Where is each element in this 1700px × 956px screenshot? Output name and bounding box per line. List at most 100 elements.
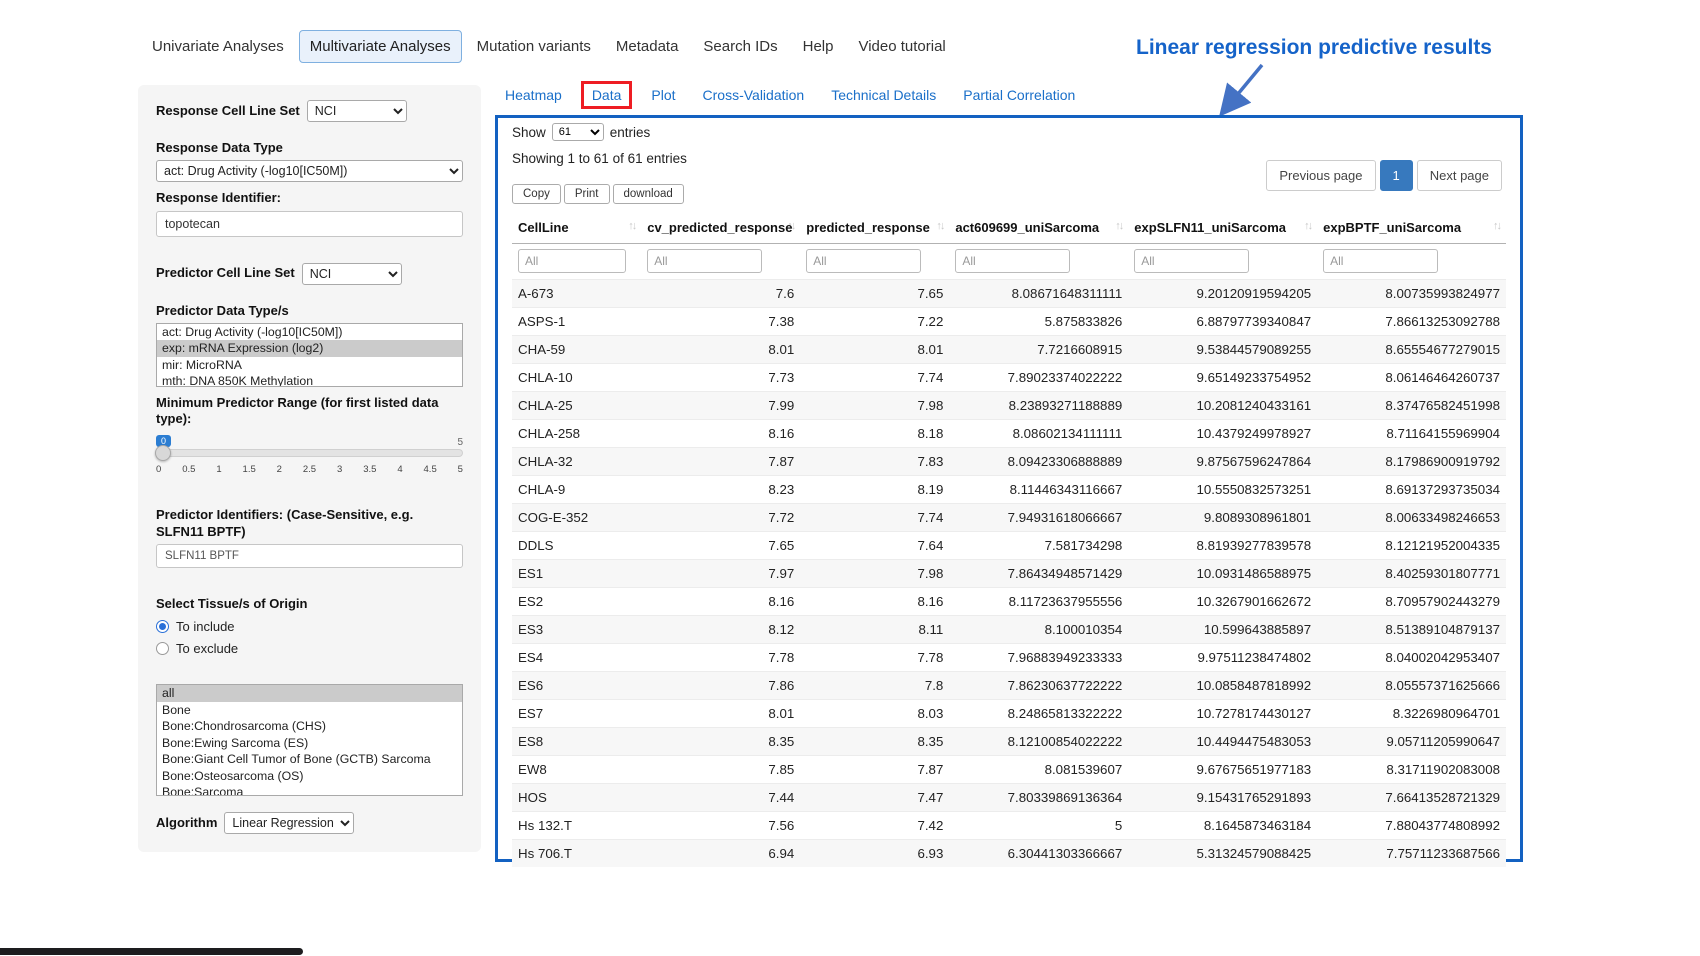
table-row[interactable]: CHLA-107.737.747.890233740222229.6514923… [512,364,1506,392]
slider-tick: 1.5 [243,464,256,475]
print-button[interactable]: Print [564,184,610,204]
table-row[interactable]: HOS7.447.477.803398691363649.15431765291… [512,784,1506,812]
cell-value: 8.65554677279015 [1317,336,1506,364]
cell-value: 8.081539607 [949,756,1128,784]
table-row[interactable]: EW87.857.878.0815396079.676756519771838.… [512,756,1506,784]
cell-value: 7.42 [800,812,949,840]
filter-input-predicted-response[interactable] [806,249,921,273]
col-header-expbptf-unisarcoma[interactable]: ↑↓expBPTF_uniSarcoma [1317,212,1506,244]
cell-line: CHA-59 [512,336,641,364]
table-row[interactable]: ES38.128.118.10001035410.5996438858978.5… [512,616,1506,644]
previous-page-button[interactable]: Previous page [1266,160,1375,191]
predictor-data-types-list[interactable]: act: Drug Activity (-log10[IC50M])exp: m… [156,323,463,387]
nav-tab-mutation-variants[interactable]: Mutation variants [467,31,601,62]
cell-value: 8.3226980964701 [1317,700,1506,728]
response-identifier-input[interactable] [156,211,463,237]
predictor-cell-line-set-label: Predictor Cell Line Set [156,265,295,281]
tissue-option-bone-chondrosarcoma-chs[interactable]: Bone:Chondrosarcoma (CHS) [157,718,462,735]
filter-input-expslfn11-unisarcoma[interactable] [1134,249,1249,273]
nav-tab-univariate-analyses[interactable]: Univariate Analyses [142,31,294,62]
table-row[interactable]: CHLA-98.238.198.1144634311666710.5550832… [512,476,1506,504]
cell-value: 8.01 [641,700,800,728]
slider-track[interactable] [156,449,463,457]
current-page-button[interactable]: 1 [1380,160,1413,191]
algorithm-select[interactable]: Linear Regression [224,812,354,834]
tab-heatmap[interactable]: Heatmap [505,87,562,103]
table-row[interactable]: Hs 706.T6.946.936.304413033666675.313245… [512,840,1506,868]
filter-input-act609699-unisarcoma[interactable] [955,249,1070,273]
table-row[interactable]: DDLS7.657.647.5817342988.819392778395788… [512,532,1506,560]
filter-input-cv-predicted-response[interactable] [647,249,762,273]
response-cell-line-set-select[interactable]: NCI [307,100,407,122]
col-header-expslfn11-unisarcoma[interactable]: ↑↓expSLFN11_uniSarcoma [1128,212,1317,244]
predictor-type-act-drug-activity-log10-ic50m[interactable]: act: Drug Activity (-log10[IC50M]) [157,324,462,341]
table-row[interactable]: CHLA-257.997.988.2389327118888910.208124… [512,392,1506,420]
cell-value: 8.18 [800,420,949,448]
cell-line: A-673 [512,280,641,308]
col-header-act609699-unisarcoma[interactable]: ↑↓act609699_uniSarcoma [949,212,1128,244]
tab-plot[interactable]: Plot [651,87,675,103]
cell-value: 7.96883949233333 [949,644,1128,672]
table-row[interactable]: Hs 132.T7.567.4258.16458734631847.880437… [512,812,1506,840]
cell-line: HOS [512,784,641,812]
filter-input-expbptf-unisarcoma[interactable] [1323,249,1438,273]
nav-tab-multivariate-analyses[interactable]: Multivariate Analyses [299,30,462,63]
download-button[interactable]: download [613,184,684,204]
tissue-include-radio[interactable]: To include [156,619,463,634]
slider-tick: 3.5 [363,464,376,475]
table-row[interactable]: ES47.787.787.968839492333339.97511238474… [512,644,1506,672]
col-header-predicted-response[interactable]: ↑↓predicted_response [800,212,949,244]
nav-tab-search-ids[interactable]: Search IDs [693,31,787,62]
cell-value: 8.16 [641,588,800,616]
tab-technical-details[interactable]: Technical Details [831,87,936,103]
cell-value: 7.74 [800,504,949,532]
table-row[interactable]: ASPS-17.387.225.8758338266.8879773934084… [512,308,1506,336]
cell-value: 6.93 [800,840,949,868]
tissue-option-bone-ewing-sarcoma-es[interactable]: Bone:Ewing Sarcoma (ES) [157,735,462,752]
table-row[interactable]: ES67.867.87.8623063772222210.08584878189… [512,672,1506,700]
table-row[interactable]: CHLA-2588.168.188.0860213411111110.43792… [512,420,1506,448]
table-row[interactable]: ES17.977.987.8643494857142910.0931486588… [512,560,1506,588]
tissue-option-bone-sarcoma[interactable]: Bone:Sarcoma [157,784,462,796]
col-header-cv-predicted-response[interactable]: ↑↓cv_predicted_response [641,212,800,244]
table-row[interactable]: CHA-598.018.017.72166089159.538445790892… [512,336,1506,364]
cell-value: 6.30441303366667 [949,840,1128,868]
min-predictor-range-slider[interactable]: 0 5 00.511.522.533.544.55 [156,449,463,493]
predictor-identifiers-input[interactable] [156,544,463,568]
response-data-type-select[interactable]: act: Drug Activity (-log10[IC50M]) [156,160,463,182]
predictor-type-mir-microrna[interactable]: mir: MicroRNA [157,357,462,374]
predictor-type-mth-dna-850k-methylation[interactable]: mth: DNA 850K Methylation [157,373,462,387]
table-row[interactable]: ES28.168.168.1172363795555610.3267901662… [512,588,1506,616]
filter-input-cellline[interactable] [518,249,626,273]
table-row[interactable]: CHLA-327.877.838.094233068888899.8756759… [512,448,1506,476]
col-header-cellline[interactable]: ↑↓CellLine [512,212,641,244]
predictor-cell-line-set-select[interactable]: NCI [302,263,402,285]
table-row[interactable]: COG-E-3527.727.747.949316180666679.80893… [512,504,1506,532]
tissue-exclude-radio[interactable]: To exclude [156,641,463,656]
tissue-option-bone[interactable]: Bone [157,702,462,719]
predictor-type-exp-mrna-expression-log2[interactable]: exp: mRNA Expression (log2) [157,340,462,357]
tissue-option-bone-osteosarcoma-os[interactable]: Bone:Osteosarcoma (OS) [157,768,462,785]
tissue-exclude-label: To exclude [176,641,238,656]
slider-tick: 4.5 [424,464,437,475]
tissue-option-bone-giant-cell-tumor-of-bone-gctb-sarcoma[interactable]: Bone:Giant Cell Tumor of Bone (GCTB) Sar… [157,751,462,768]
tissue-option-all[interactable]: all [157,685,462,702]
nav-tab-video-tutorial[interactable]: Video tutorial [848,31,955,62]
table-row[interactable]: ES88.358.358.1210085402222210.4494475483… [512,728,1506,756]
entries-count-select[interactable]: 61 [552,123,604,141]
nav-tab-metadata[interactable]: Metadata [606,31,689,62]
cell-value: 8.40259301807771 [1317,560,1506,588]
slider-tick: 2 [277,464,282,475]
copy-button[interactable]: Copy [512,184,561,204]
table-row[interactable]: A-6737.67.658.086716483111119.2012091959… [512,280,1506,308]
table-row[interactable]: ES78.018.038.2486581332222210.7278174430… [512,700,1506,728]
nav-tab-help[interactable]: Help [793,31,844,62]
cell-value: 8.12 [641,616,800,644]
tab-data[interactable]: Data [581,81,633,109]
cell-value: 7.65 [641,532,800,560]
next-page-button[interactable]: Next page [1417,160,1502,191]
slider-handle[interactable] [155,445,171,461]
tab-partial-correlation[interactable]: Partial Correlation [963,87,1075,103]
tab-cross-validation[interactable]: Cross-Validation [703,87,805,103]
tissue-origin-list[interactable]: allBoneBone:Chondrosarcoma (CHS)Bone:Ewi… [156,684,463,796]
